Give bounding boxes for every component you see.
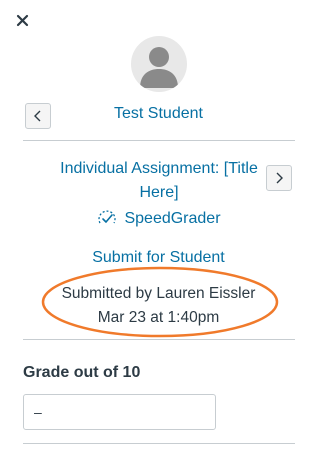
close-icon — [16, 14, 29, 27]
grade-input[interactable] — [23, 394, 216, 430]
assignment-title-line2: Here] — [139, 184, 179, 201]
speedgrader-icon — [98, 210, 117, 224]
avatar — [131, 36, 187, 92]
grade-label: Grade out of 10 — [23, 364, 141, 381]
assignment-title-link[interactable]: Individual Assignment: [Title Here] — [45, 157, 273, 205]
submission-info: Submitted by Lauren Eissler Mar 23 at 1:… — [0, 282, 317, 330]
assignment-title-line1: Individual Assignment: [Title — [60, 160, 258, 177]
close-button[interactable] — [14, 12, 32, 30]
speedgrader-label: SpeedGrader — [124, 210, 221, 227]
student-name-link[interactable]: Test Student — [0, 105, 317, 123]
divider — [23, 140, 295, 141]
user-avatar-icon — [140, 47, 178, 88]
chevron-right-icon — [276, 172, 283, 184]
next-assignment-button[interactable] — [266, 165, 292, 191]
divider — [23, 443, 295, 444]
submitted-by-text: Submitted by Lauren Eissler — [61, 285, 256, 302]
divider — [23, 339, 295, 340]
speedgrader-link[interactable]: SpeedGrader — [0, 210, 317, 228]
submitted-at-text: Mar 23 at 1:40pm — [97, 309, 220, 326]
submit-for-student-link[interactable]: Submit for Student — [0, 249, 317, 267]
